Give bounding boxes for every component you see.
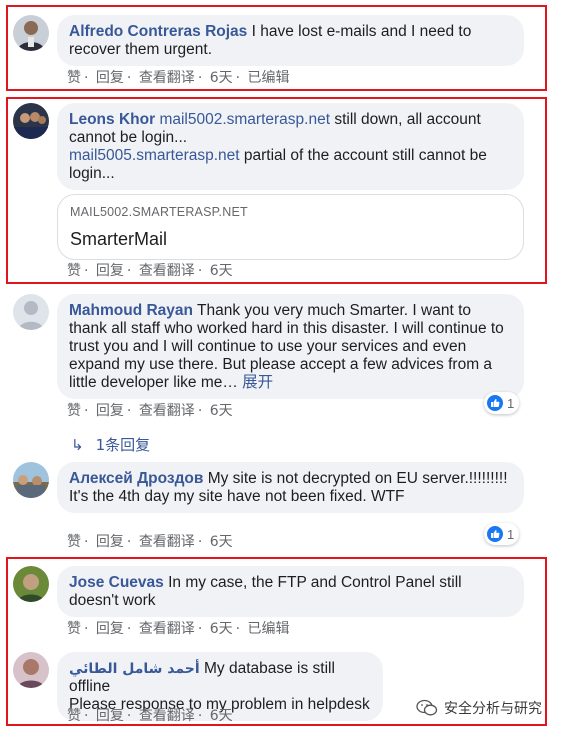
reply-link[interactable]: 回复 xyxy=(96,403,124,419)
reply-link[interactable]: 回复 xyxy=(96,708,124,724)
translate-link[interactable]: 查看翻译 xyxy=(139,708,195,724)
preview-title: SmarterMail xyxy=(70,229,168,249)
reply-link[interactable]: 回复 xyxy=(96,70,124,86)
timestamp[interactable]: 6天 xyxy=(210,263,233,279)
translate-link[interactable]: 查看翻译 xyxy=(139,621,195,637)
comment-actions: 赞 · 回复 · 查看翻译 · 6天 xyxy=(67,263,233,279)
comment-author[interactable]: Alfredo Contreras Rojas xyxy=(69,23,247,40)
comment-bubble: Mahmoud Rayan Thank you very much Smarte… xyxy=(57,294,524,399)
wechat-icon xyxy=(416,699,438,717)
reply-link[interactable]: 回复 xyxy=(96,263,124,279)
edited-label[interactable]: 已编辑 xyxy=(248,621,290,637)
comment-author[interactable]: أحمد شامل الطائي xyxy=(69,661,200,677)
comment-text: It's the 4th day my site have not been f… xyxy=(69,488,405,505)
avatar[interactable] xyxy=(13,15,49,51)
like-link[interactable]: 赞 xyxy=(67,403,81,419)
comment-author[interactable]: Jose Cuevas xyxy=(69,574,164,591)
comment-actions: 赞 · 回复 · 查看翻译 · 6天 xyxy=(67,403,233,419)
watermark-text: 安全分析与研究 xyxy=(444,701,542,717)
reply-link[interactable]: 回复 xyxy=(96,534,124,550)
like-link[interactable]: 赞 xyxy=(67,621,81,637)
comment-bubble: Алексей Дроздов My site is not decrypted… xyxy=(57,462,524,513)
translate-link[interactable]: 查看翻译 xyxy=(139,70,195,86)
reply-link[interactable]: 回复 xyxy=(96,621,124,637)
reaction-number: 1 xyxy=(507,526,515,542)
comment-author[interactable]: Mahmoud Rayan xyxy=(69,302,193,319)
see-more-link[interactable]: 展开 xyxy=(242,374,273,391)
timestamp[interactable]: 6天 xyxy=(210,70,233,86)
reply-arrow-icon: ↳ xyxy=(71,437,84,454)
reaction-count[interactable]: 1 xyxy=(484,523,520,545)
timestamp[interactable]: 6天 xyxy=(210,621,233,637)
comment-actions: 赞 · 回复 · 查看翻译 · 6天 xyxy=(67,534,233,550)
thumbs-up-icon xyxy=(487,395,503,411)
comment-bubble: Leons Khor mail5002.smarterasp.net still… xyxy=(57,103,524,190)
like-link[interactable]: 赞 xyxy=(67,263,81,279)
replies-count: 1条回复 xyxy=(95,436,151,454)
thumbs-up-icon xyxy=(487,526,503,542)
like-link[interactable]: 赞 xyxy=(67,708,81,724)
comment-text: My site is not decrypted on EU server.!!… xyxy=(207,470,508,487)
comment-bubble: Jose Cuevas In my case, the FTP and Cont… xyxy=(57,566,524,617)
translate-link[interactable]: 查看翻译 xyxy=(139,263,195,279)
avatar[interactable] xyxy=(13,462,49,498)
comment-actions: 赞 · 回复 · 查看翻译 · 6天 xyxy=(67,708,233,724)
watermark: 安全分析与研究 xyxy=(416,698,542,718)
link-preview-card[interactable]: MAIL5002.SMARTERASP.NET SmarterMail xyxy=(57,194,524,260)
timestamp[interactable]: 6天 xyxy=(210,534,233,550)
reaction-number: 1 xyxy=(507,395,515,411)
like-link[interactable]: 赞 xyxy=(67,534,81,550)
comment-link[interactable]: mail5005.smarterasp.net xyxy=(69,147,240,164)
translate-link[interactable]: 查看翻译 xyxy=(139,403,195,419)
avatar[interactable] xyxy=(13,294,49,330)
comment-author[interactable]: Leons Khor xyxy=(69,111,155,128)
comment-bubble: Alfredo Contreras Rojas I have lost e-ma… xyxy=(57,15,524,66)
view-replies-link[interactable]: ↳ 1条回复 xyxy=(71,434,150,455)
translate-link[interactable]: 查看翻译 xyxy=(139,534,195,550)
edited-label[interactable]: 已编辑 xyxy=(248,70,290,86)
avatar[interactable] xyxy=(13,566,49,602)
comment-author[interactable]: Алексей Дроздов xyxy=(69,470,203,487)
timestamp[interactable]: 6天 xyxy=(210,708,233,724)
avatar[interactable] xyxy=(13,103,49,139)
avatar[interactable] xyxy=(13,652,49,688)
comment-actions: 赞 · 回复 · 查看翻译 · 6天 · 已编辑 xyxy=(67,621,290,637)
preview-domain: MAIL5002.SMARTERASP.NET xyxy=(70,205,248,219)
timestamp[interactable]: 6天 xyxy=(210,403,233,419)
comment-link[interactable]: mail5002.smarterasp.net xyxy=(159,111,330,128)
reaction-count[interactable]: 1 xyxy=(484,392,520,414)
comment-actions: 赞 · 回复 · 查看翻译 · 6天 · 已编辑 xyxy=(67,70,290,86)
like-link[interactable]: 赞 xyxy=(67,70,81,86)
